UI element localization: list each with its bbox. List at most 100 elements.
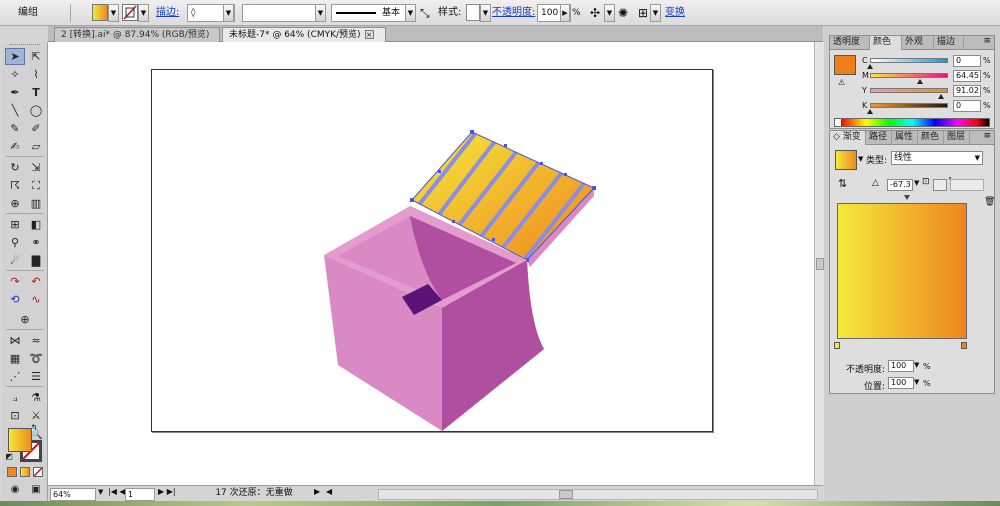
zoom-dropdown-icon[interactable]: ▼ <box>98 488 103 496</box>
artboard-tool-icon[interactable]: ⋈ <box>5 332 25 349</box>
draw-normal-icon[interactable]: ◉ <box>5 481 25 498</box>
pencil-tool-icon[interactable]: ✐ <box>26 120 46 137</box>
fill-color-swatch[interactable] <box>8 428 32 452</box>
lasso-tool-icon[interactable]: ⌇ <box>26 66 46 83</box>
channel-value-k[interactable]: 0 <box>953 100 981 112</box>
stroke-weight-dropdown[interactable]: ▼ <box>223 4 234 22</box>
rotate-tool-icon[interactable]: ↻ <box>5 159 25 176</box>
tab-pathfinder[interactable]: 路径 <box>866 131 892 145</box>
midpoint-diamond[interactable] <box>904 195 910 200</box>
page-field[interactable]: 1 <box>125 488 155 501</box>
channel-slider-k[interactable] <box>870 103 948 108</box>
tab-gradient[interactable]: ◇ 渐变 <box>830 131 866 145</box>
eyedropper-tool-icon[interactable]: ⚲ <box>5 234 25 251</box>
recolor-icon[interactable]: ✣ <box>590 4 600 22</box>
ellipse-tool-icon[interactable]: ◯ <box>26 102 46 119</box>
stroke-none-swatch[interactable] <box>122 4 138 21</box>
knife-tool-icon[interactable]: ⚔ <box>26 407 46 424</box>
graphic-style-swatch[interactable] <box>466 4 480 21</box>
symbol-sprayer-tool-icon[interactable]: ☄ <box>5 252 25 269</box>
pen-tool-icon[interactable]: ✒ <box>5 84 25 101</box>
align-grid-icon[interactable]: ⊞ <box>638 4 648 22</box>
stroke-dropdown[interactable]: ▼ <box>138 4 149 22</box>
tab-appearance[interactable]: 外观 <box>902 36 934 50</box>
blend-tool-icon[interactable]: ⚭ <box>26 234 46 251</box>
column-graph-tool-icon[interactable]: ▇ <box>26 252 46 269</box>
recolor-dropdown[interactable]: ▼ <box>604 4 615 22</box>
opacity-link[interactable]: 不透明度: <box>492 4 535 22</box>
horizontal-scrollbar[interactable] <box>378 489 818 500</box>
angle-field[interactable]: -67.3 <box>887 179 913 191</box>
stroke-link[interactable]: 描边: <box>156 4 179 22</box>
eraser-tool-icon[interactable]: ▱ <box>26 138 46 155</box>
zoom-field[interactable]: 64% <box>50 488 96 501</box>
doc-tab-2[interactable]: 未标题-7* @ 64% (CMYK/预览) × <box>222 27 386 42</box>
brush-field[interactable]: 基本 <box>331 4 407 22</box>
gradient-stop-start[interactable] <box>834 342 840 349</box>
slider-thumb[interactable] <box>917 79 924 84</box>
gradient-tool-icon[interactable]: ◧ <box>26 216 46 233</box>
scroll-thumb[interactable] <box>816 258 824 270</box>
panel-menu-icon[interactable]: ≡ <box>983 36 991 46</box>
scroll-thumb[interactable] <box>559 490 573 499</box>
color-spectrum[interactable] <box>834 118 990 127</box>
graph-tool-icon[interactable]: ▦ <box>5 350 25 367</box>
first-page-icon[interactable]: |◀ ◀ <box>108 487 126 496</box>
convert-anchor-tool-icon[interactable]: ⟲ <box>5 291 25 308</box>
scroll-left-icon[interactable]: ◀ <box>326 487 332 496</box>
none-mode-icon[interactable] <box>33 467 43 477</box>
channel-slider-y[interactable] <box>870 88 948 93</box>
default-colors-icon[interactable]: ◩ <box>4 452 14 462</box>
magic-wand-tool-icon[interactable]: ✧ <box>5 66 25 83</box>
angle-dropdown-icon[interactable]: ▼ <box>914 179 919 187</box>
gradient-mode-icon[interactable] <box>20 467 30 477</box>
warp-tool-icon[interactable]: ☈ <box>5 177 25 194</box>
gradient-stop-end[interactable] <box>961 342 967 349</box>
free-transform-tool-icon[interactable]: ⛶ <box>26 177 46 194</box>
direct-selection-tool-icon[interactable]: ⇱ <box>26 48 46 65</box>
slider-thumb[interactable] <box>937 94 944 99</box>
tab-layers[interactable]: 图层 <box>944 131 970 145</box>
reverse-gradient-icon[interactable]: ⇅ <box>838 177 847 190</box>
perspective-grid-tool-icon[interactable]: ▥ <box>26 195 46 212</box>
curve-tool-icon[interactable]: ↶ <box>26 273 46 290</box>
status-menu-icon[interactable]: ▶ <box>314 487 320 496</box>
measure-tool-icon[interactable]: ⟓ <box>5 389 25 406</box>
envelope-tool-icon[interactable]: ≈ <box>26 332 46 349</box>
align-tool-icon[interactable]: ☰ <box>26 368 46 385</box>
channel-value-y[interactable]: 91.02 <box>953 85 981 97</box>
tab-stroke[interactable]: 描边 <box>934 36 964 50</box>
stop-opacity-field[interactable]: 100 <box>888 360 914 372</box>
slider-thumb[interactable] <box>867 64 873 69</box>
shape-builder-tool-icon[interactable]: ⊕ <box>5 195 25 212</box>
scale-tool-icon[interactable]: ⇲ <box>26 159 46 176</box>
aspect-field[interactable] <box>933 179 947 191</box>
vertical-scrollbar[interactable] <box>814 42 824 485</box>
channel-value-c[interactable]: 0 <box>953 55 981 67</box>
selection-tool-icon[interactable]: ➤ <box>5 48 25 65</box>
tab-color[interactable]: 颜色 <box>870 36 902 50</box>
opacity-arrow[interactable]: ▶ <box>560 4 570 22</box>
close-icon[interactable]: × <box>364 30 374 39</box>
doc-tab-1[interactable]: 2 [转换].ai* @ 87.94% (RGB/预览)× <box>54 27 220 53</box>
type-tool-icon[interactable]: T <box>26 84 46 101</box>
slider-thumb[interactable] <box>867 109 873 114</box>
color-mode-icon[interactable] <box>7 467 17 477</box>
opacity-dropdown-icon[interactable]: ▼ <box>914 361 919 369</box>
blob-brush-tool-icon[interactable]: ✍ <box>5 138 25 155</box>
stop-location-field[interactable]: 100 <box>888 377 914 389</box>
box-illustration[interactable] <box>152 70 714 433</box>
channel-slider-m[interactable] <box>870 73 948 78</box>
variable-width-dropdown[interactable]: ▼ <box>315 4 326 22</box>
live-paint-tool-icon[interactable]: ⚗ <box>26 389 46 406</box>
location-dropdown-icon[interactable]: ▼ <box>914 378 919 386</box>
mesh-tool-icon[interactable]: ⊞ <box>5 216 25 233</box>
panel-menu-icon[interactable]: ≡ <box>983 131 991 141</box>
color-fill-swatch[interactable] <box>834 55 856 75</box>
transform-link[interactable]: 变换 <box>665 4 685 22</box>
slice-tool-icon[interactable]: ⊡ <box>5 407 25 424</box>
tab-attributes[interactable]: 属性 <box>892 131 918 145</box>
paintbrush-tool-icon[interactable]: ✎ <box>5 120 25 137</box>
screen-mode-icon[interactable]: ▣ <box>26 481 46 498</box>
align-stroke-icon[interactable]: ⤡ <box>420 4 430 22</box>
